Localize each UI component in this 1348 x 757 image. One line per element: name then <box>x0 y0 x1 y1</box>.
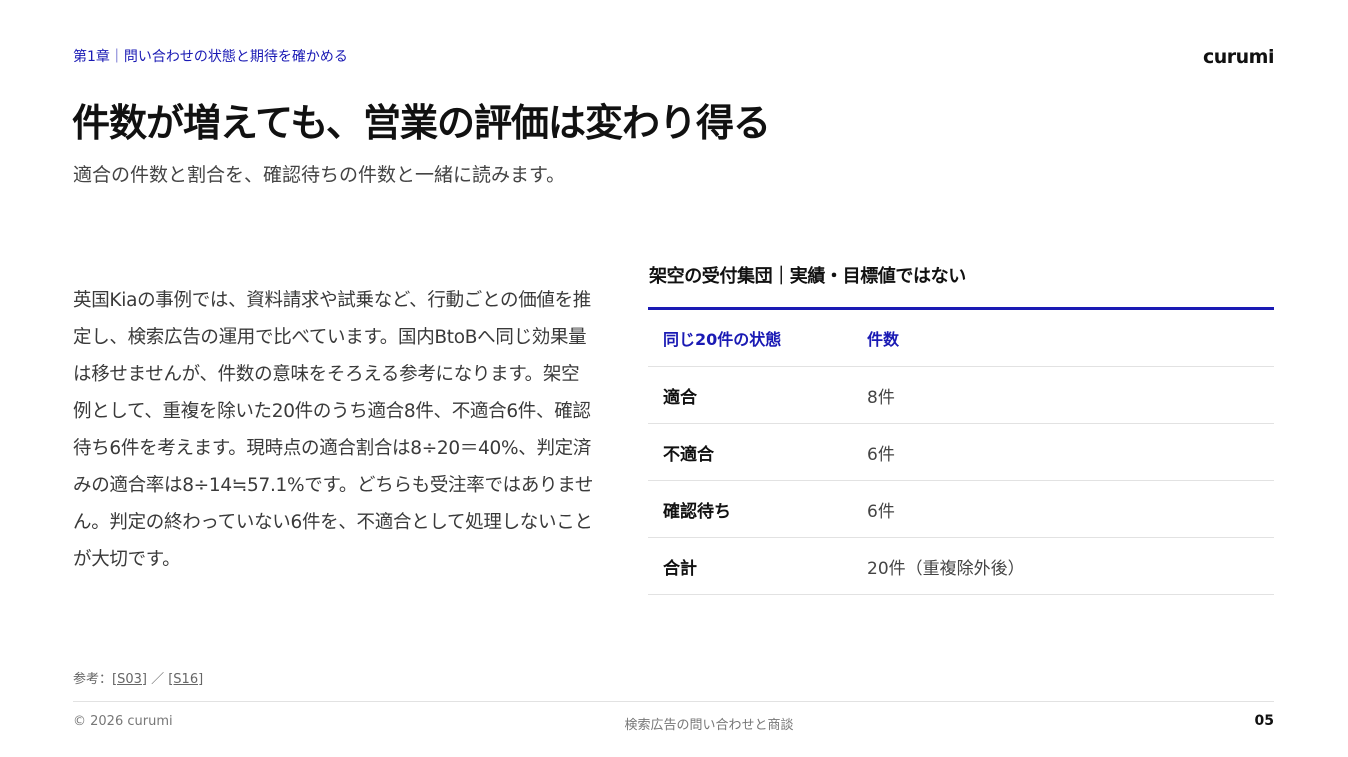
header-count: 件数 <box>867 330 900 349</box>
page-subtitle: 適合の件数と割合を、確認待ちの件数と一緒に読みます。 <box>73 164 566 186</box>
table-caption: 架空の受付集団｜実績・目標値ではない <box>649 266 966 287</box>
references-prefix: 参考： <box>73 672 113 687</box>
page-title: 件数が増えても、営業の評価は変わり得る <box>72 101 771 145</box>
reference-link-s16[interactable]: [S16] <box>168 672 203 687</box>
row-status: 合計 <box>663 558 697 579</box>
row-status: 確認待ち <box>663 501 731 522</box>
row-status: 適合 <box>663 387 697 408</box>
row-count: 8件 <box>867 387 895 408</box>
references-separator: ／ <box>146 672 169 687</box>
row-count: 6件 <box>867 501 895 522</box>
row-status: 不適合 <box>663 444 714 465</box>
row-count: 20件（重複除外後） <box>867 558 1025 579</box>
references: 参考：[S03] ／ [S16] <box>73 668 203 687</box>
row-count: 6件 <box>867 444 895 465</box>
chapter-label: 第1章｜問い合わせの状態と期待を確かめる <box>73 49 348 65</box>
page-number: 05 <box>1254 713 1274 729</box>
status-table: 同じ20件の状態 件数 適合 8件 不適合 6件 確認待ち 6件 合計 20件（… <box>648 307 1274 595</box>
table-header-row: 同じ20件の状態 件数 <box>648 310 1274 367</box>
table-row: 不適合 6件 <box>648 424 1274 481</box>
table-row-total: 合計 20件（重複除外後） <box>648 538 1274 595</box>
footer-divider <box>73 701 1274 702</box>
brand-logo: curumi <box>1203 46 1275 68</box>
footer-deck-title: 検索広告の問い合わせと商談 <box>624 718 794 733</box>
body-paragraph: 英国Kiaの事例では、資料請求や試乗など、行動ごとの価値を推定し、検索広告の運用… <box>73 290 594 570</box>
header-status: 同じ20件の状態 <box>663 330 782 349</box>
table-row: 適合 8件 <box>648 367 1274 424</box>
reference-link-s03[interactable]: [S03] <box>112 672 147 687</box>
table-row: 確認待ち 6件 <box>648 481 1274 538</box>
